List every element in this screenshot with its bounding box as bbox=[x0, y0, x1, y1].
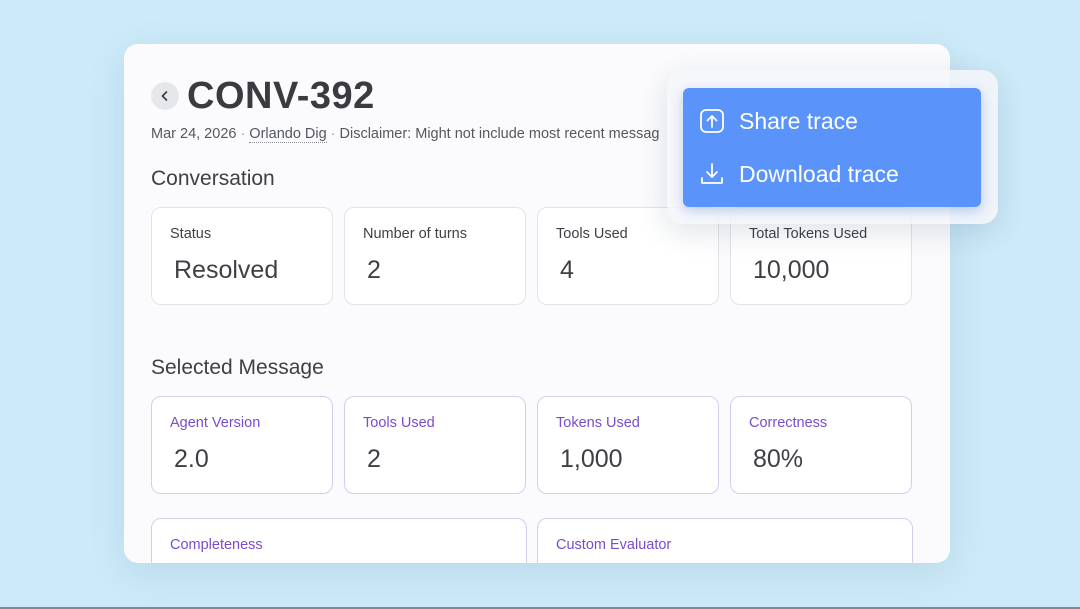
share-icon bbox=[699, 108, 725, 134]
conversation-meta: Mar 24, 2026 · Orlando Dig · Disclaimer: Mig… bbox=[151, 126, 660, 143]
chevron-left-icon bbox=[161, 91, 168, 101]
download-trace-menu-item[interactable]: Download trace bbox=[699, 156, 899, 192]
stat-card-tokens-used: Tokens Used 1,000 bbox=[537, 396, 719, 494]
stat-value: 80% bbox=[753, 445, 804, 473]
stat-label: Agent Version bbox=[170, 415, 261, 431]
back-button[interactable] bbox=[151, 82, 179, 110]
stat-value: 1,000 bbox=[560, 445, 623, 473]
stat-card-turns: Number of turns 2 bbox=[344, 207, 526, 305]
author-link[interactable]: Orlando Dig bbox=[249, 126, 327, 143]
conversation-heading: Conversation bbox=[151, 167, 275, 190]
download-icon bbox=[699, 161, 725, 187]
stat-label: Tools Used bbox=[363, 415, 435, 431]
evaluator-label: Custom Evaluator bbox=[556, 537, 672, 553]
stat-label: Status bbox=[170, 226, 212, 242]
trace-actions-popover: Share trace Download trace bbox=[667, 70, 998, 224]
stat-label: Number of turns bbox=[363, 226, 467, 242]
stat-label: Tools Used bbox=[556, 226, 628, 242]
disclaimer-text: Disclaimer: Might not include most recen… bbox=[339, 126, 660, 142]
stat-value: Resolved bbox=[174, 256, 279, 284]
evaluator-label: Completeness bbox=[170, 537, 263, 553]
stat-card-agent-version: Agent Version 2.0 bbox=[151, 396, 333, 494]
stat-card-message-tools: Tools Used 2 bbox=[344, 396, 526, 494]
download-trace-label: Download trace bbox=[739, 160, 899, 187]
share-trace-label: Share trace bbox=[739, 107, 858, 134]
stat-label: Tokens Used bbox=[556, 415, 640, 431]
conversation-date: Mar 24, 2026 bbox=[151, 126, 237, 142]
evaluator-card-completeness: Completeness bbox=[151, 518, 527, 563]
stat-value: 4 bbox=[560, 256, 574, 284]
stat-label: Correctness bbox=[749, 415, 828, 431]
selected-message-heading: Selected Message bbox=[151, 356, 324, 379]
stat-value: 2 bbox=[367, 445, 381, 473]
share-trace-menu-item[interactable]: Share trace bbox=[699, 103, 858, 139]
evaluator-card-custom: Custom Evaluator bbox=[537, 518, 913, 563]
stat-card-correctness: Correctness 80% bbox=[730, 396, 912, 494]
stat-value: 10,000 bbox=[753, 256, 830, 284]
stat-value: 2 bbox=[367, 256, 381, 284]
page-title: CONV-392 bbox=[187, 75, 375, 117]
stat-label: Total Tokens Used bbox=[749, 226, 868, 242]
stat-value: 2.0 bbox=[174, 445, 209, 473]
trace-actions-menu: Share trace Download trace bbox=[683, 88, 981, 207]
stat-card-status: Status Resolved bbox=[151, 207, 333, 305]
